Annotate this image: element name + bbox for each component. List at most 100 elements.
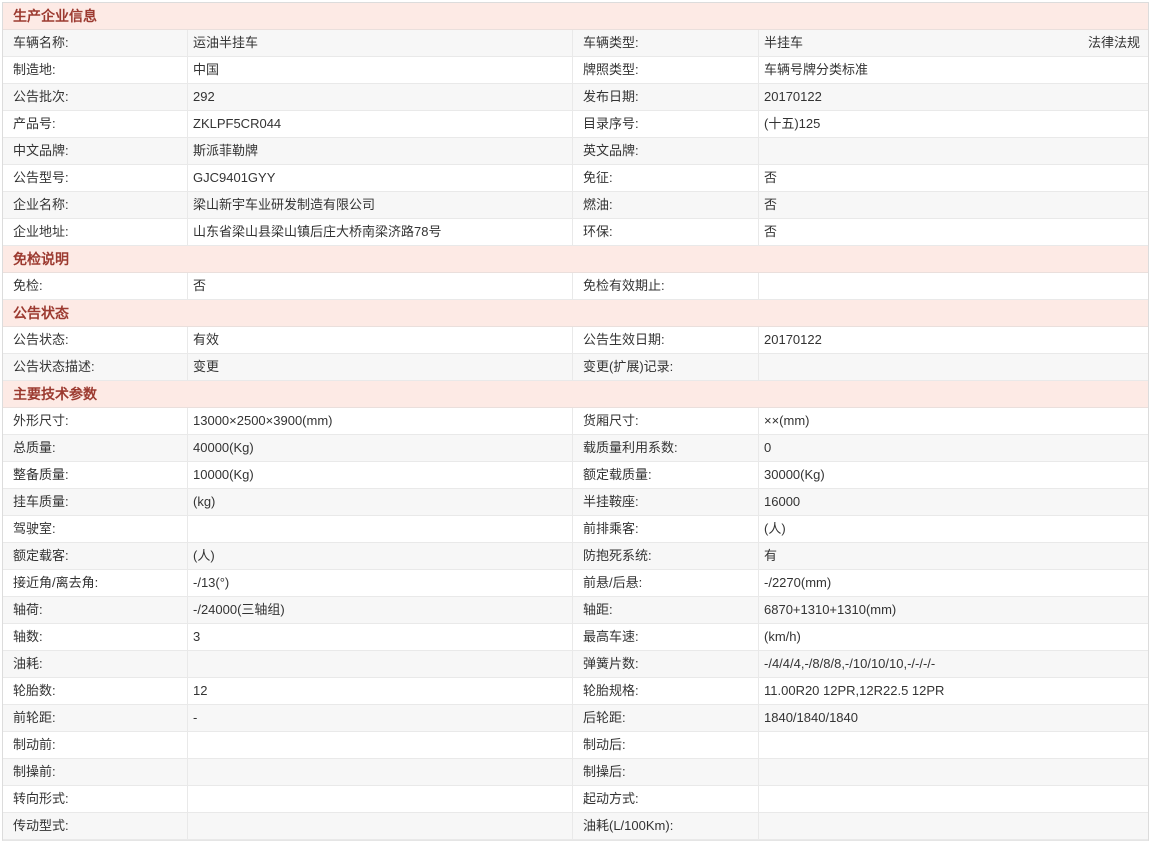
field-label-text: 油耗: bbox=[13, 656, 43, 671]
field-value-text: - bbox=[193, 710, 197, 725]
field-value bbox=[759, 759, 1148, 785]
field-label-text: 整备质量: bbox=[13, 467, 69, 482]
field-label: 免征: bbox=[573, 165, 759, 191]
field-value-text: 12 bbox=[193, 683, 207, 698]
table-row: 企业名称:梁山新宇车业研发制造有限公司燃油:否 bbox=[3, 192, 1148, 219]
field-value bbox=[188, 732, 573, 758]
field-label: 变更(扩展)记录: bbox=[573, 354, 759, 380]
field-label-text: 额定载质量: bbox=[583, 467, 652, 482]
field-label-text: 轮胎数: bbox=[13, 683, 56, 698]
field-value: 0 bbox=[759, 435, 1148, 461]
table-row: 轴数:3最高车速:(km/h) bbox=[3, 624, 1148, 651]
field-value-text: 斯派菲勒牌 bbox=[193, 143, 258, 158]
field-label-text: 免检: bbox=[13, 278, 43, 293]
field-value: (十五)125 bbox=[759, 111, 1148, 137]
field-value-text: 半挂车 bbox=[764, 35, 803, 50]
field-label-text: 公告批次: bbox=[13, 89, 69, 104]
field-value: 有效 bbox=[188, 327, 573, 353]
field-label: 后轮距: bbox=[573, 705, 759, 731]
field-label: 制操后: bbox=[573, 759, 759, 785]
table-row: 整备质量:10000(Kg)额定载质量:30000(Kg) bbox=[3, 462, 1148, 489]
field-value: 20170122 bbox=[759, 84, 1148, 110]
field-label-text: 产品号: bbox=[13, 116, 56, 131]
field-value bbox=[759, 273, 1148, 299]
field-value: ××(mm) bbox=[759, 408, 1148, 434]
table-row: 驾驶室: 前排乘客: (人) bbox=[3, 516, 1148, 543]
field-value-text: (人) bbox=[193, 548, 215, 563]
table-row: 制造地:中国牌照类型:车辆号牌分类标准 bbox=[3, 57, 1148, 84]
field-label: 弹簧片数: bbox=[573, 651, 759, 677]
field-value: 中国 bbox=[188, 57, 573, 83]
field-label: 中文品牌: bbox=[3, 138, 188, 164]
field-label: 免检有效期止: bbox=[573, 273, 759, 299]
field-label-text: 免征: bbox=[583, 170, 613, 185]
table-row: 公告批次:292发布日期:20170122 bbox=[3, 84, 1148, 111]
field-label: 前悬/后悬: bbox=[573, 570, 759, 596]
field-value-text: 中国 bbox=[193, 62, 219, 77]
field-value-text: 否 bbox=[193, 278, 206, 293]
field-value bbox=[759, 354, 1148, 380]
field-label-text: 制动后: bbox=[583, 737, 626, 752]
table-row: 前轮距:-后轮距:1840/1840/1840 bbox=[3, 705, 1148, 732]
field-label: 防抱死系统: bbox=[573, 543, 759, 569]
table-row: 额定载客:(人)防抱死系统:有 bbox=[3, 543, 1148, 570]
field-value: 否 bbox=[759, 192, 1148, 218]
field-label-text: 免检有效期止: bbox=[583, 278, 665, 293]
table-row: 公告状态描述:变更变更(扩展)记录: bbox=[3, 354, 1148, 381]
field-label: 油耗: bbox=[3, 651, 188, 677]
field-label-text: 驾驶室: bbox=[13, 521, 56, 536]
field-value: (km/h) bbox=[759, 624, 1148, 650]
field-label-text: 车辆类型: bbox=[583, 35, 639, 50]
field-label: 公告生效日期: bbox=[573, 327, 759, 353]
field-value-text: GJC9401GYY bbox=[193, 170, 275, 185]
field-value bbox=[759, 786, 1148, 812]
field-label-text: 企业地址: bbox=[13, 224, 69, 239]
table-row: 总质量:40000(Kg)载质量利用系数:0 bbox=[3, 435, 1148, 462]
field-label-text: 前排乘客: bbox=[583, 521, 639, 536]
field-value: - bbox=[188, 705, 573, 731]
field-value-text: 有 bbox=[764, 548, 777, 563]
field-value: 3 bbox=[188, 624, 573, 650]
laws-regulations-link[interactable]: 法律法规 bbox=[1088, 30, 1140, 56]
field-value-text: (人) bbox=[764, 521, 786, 536]
field-label-text: 挂车质量: bbox=[13, 494, 69, 509]
table-row: 接近角/离去角:-/13(°)前悬/后悬:-/2270(mm) bbox=[3, 570, 1148, 597]
field-label: 环保: bbox=[573, 219, 759, 245]
field-label: 目录序号: bbox=[573, 111, 759, 137]
field-label-text: 公告型号: bbox=[13, 170, 69, 185]
table-row: 制动前:制动后: bbox=[3, 732, 1148, 759]
field-value: (kg) bbox=[188, 489, 573, 515]
field-value-text: 有效 bbox=[193, 332, 219, 347]
field-label: 额定载质量: bbox=[573, 462, 759, 488]
field-label-text: 轴数: bbox=[13, 629, 43, 644]
field-value: 16000 bbox=[759, 489, 1148, 515]
field-value-text: -/4/4/4,-/8/8/8,-/10/10/10,-/-/-/- bbox=[764, 656, 935, 671]
field-label: 企业地址: bbox=[3, 219, 188, 245]
field-value: GJC9401GYY bbox=[188, 165, 573, 191]
table-row: 油耗: 弹簧片数: -/4/4/4,-/8/8/8,-/10/10/10,-/-/-… bbox=[3, 651, 1148, 678]
field-value-text: 30000(Kg) bbox=[764, 467, 825, 482]
field-value: -/4/4/4,-/8/8/8,-/10/10/10,-/-/-/- bbox=[759, 651, 1148, 677]
field-label-text: 转向形式: bbox=[13, 791, 69, 806]
field-value-text: 11.00R20 12PR,12R22.5 12PR bbox=[764, 683, 944, 698]
table-row: 轮胎数:12轮胎规格:11.00R20 12PR,12R22.5 12PR bbox=[3, 678, 1148, 705]
field-label-text: 变更(扩展)记录: bbox=[583, 359, 673, 374]
field-value-text: -/2270(mm) bbox=[764, 575, 831, 590]
field-value: -/2270(mm) bbox=[759, 570, 1148, 596]
field-label-text: 英文品牌: bbox=[583, 143, 639, 158]
field-value-text: 变更 bbox=[193, 359, 219, 374]
table-row: 挂车质量: (kg) 半挂鞍座:16000 bbox=[3, 489, 1148, 516]
field-label: 驾驶室: bbox=[3, 516, 188, 542]
field-label: 半挂鞍座: bbox=[573, 489, 759, 515]
field-label: 免检: bbox=[3, 273, 188, 299]
table-row: 传动型式:油耗(L/100Km): bbox=[3, 813, 1148, 840]
field-label-text: 起动方式: bbox=[583, 791, 639, 806]
field-value: 6870+1310+1310(mm) bbox=[759, 597, 1148, 623]
field-value-text: (km/h) bbox=[764, 629, 801, 644]
field-label: 企业名称: bbox=[3, 192, 188, 218]
field-value bbox=[759, 732, 1148, 758]
field-label: 起动方式: bbox=[573, 786, 759, 812]
section-header: 公告状态 bbox=[3, 300, 1148, 327]
field-value: 否 bbox=[188, 273, 573, 299]
field-value-text: (kg) bbox=[193, 494, 215, 509]
